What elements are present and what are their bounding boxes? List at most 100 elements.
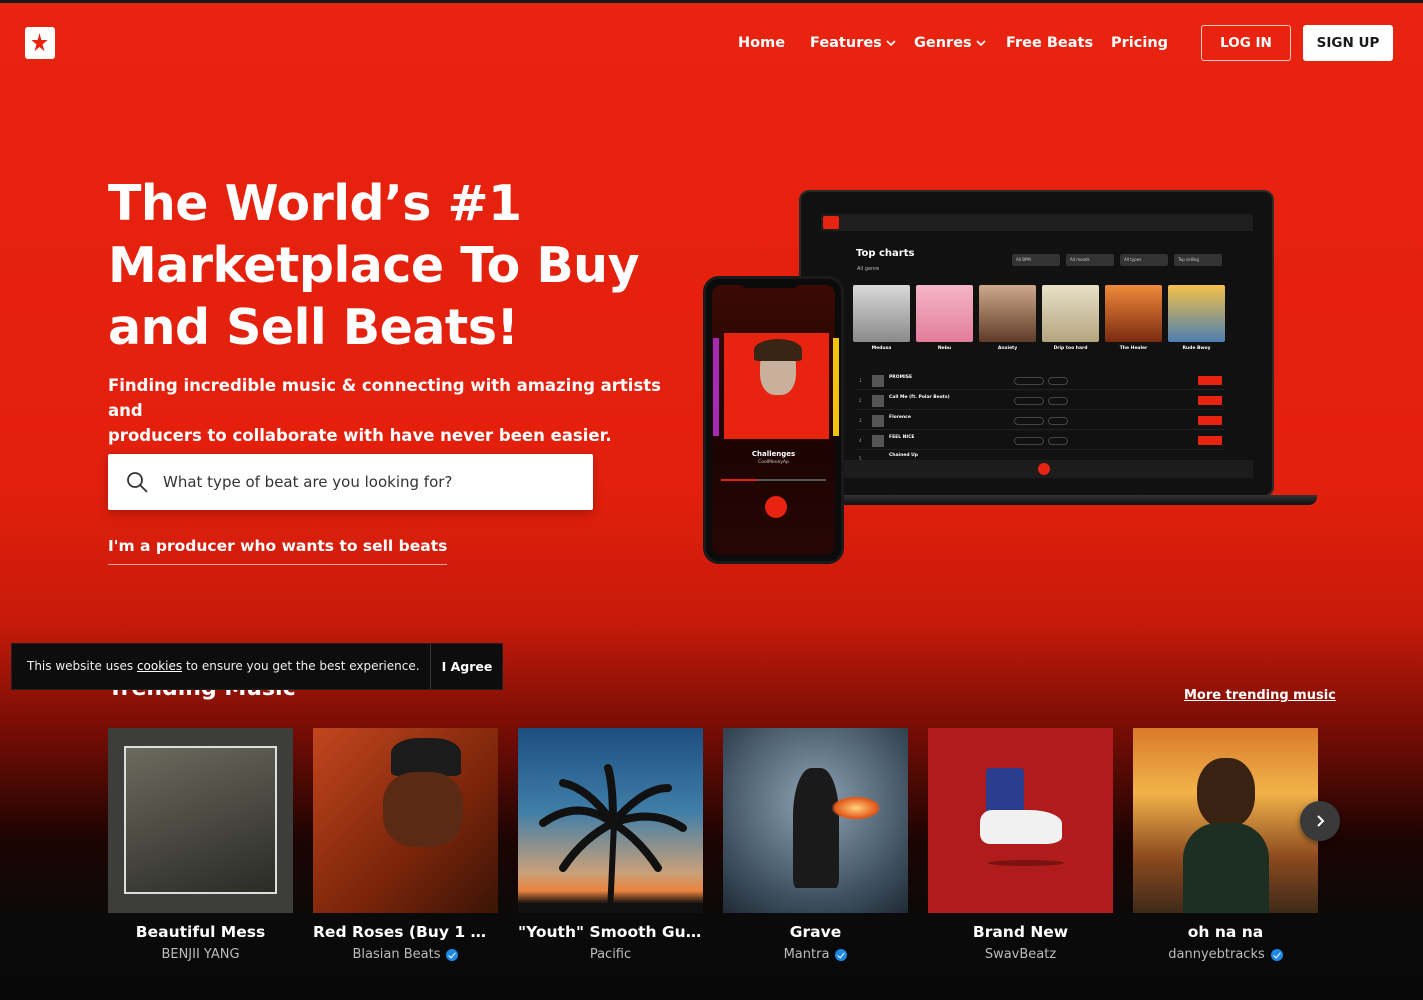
phone-notch bbox=[740, 279, 800, 288]
track-artist[interactable]: SwavBeatz bbox=[928, 947, 1113, 962]
chevron-right-icon bbox=[1317, 815, 1325, 827]
laptop-mockup: Top charts All genre All BPM All moods A… bbox=[799, 190, 1274, 497]
cookies-link[interactable]: cookies bbox=[137, 659, 182, 673]
nav-genres[interactable]: Genres bbox=[914, 35, 986, 51]
laptop-base bbox=[790, 495, 1317, 505]
track-title[interactable]: Beautiful Mess bbox=[108, 923, 293, 941]
track-artist[interactable]: BENJII YANG bbox=[108, 947, 293, 962]
hero-title-line: Marketplace To Buy bbox=[108, 237, 640, 294]
cookie-text-after: to ensure you get the best experience. bbox=[182, 659, 420, 673]
nav-features[interactable]: Features bbox=[810, 35, 896, 51]
mock-card-art bbox=[1042, 285, 1099, 342]
verified-icon bbox=[446, 948, 459, 961]
track-artist-name[interactable]: BENJII YANG bbox=[161, 947, 239, 962]
mock-card-art bbox=[916, 285, 973, 342]
mock-card-title: Rude Bwoy bbox=[1182, 346, 1211, 351]
phone-song-title: Challenges bbox=[751, 450, 796, 458]
track-artist-name[interactable]: SwavBeatz bbox=[985, 947, 1056, 962]
mock-subheading: All genre bbox=[857, 266, 880, 272]
track-title[interactable]: Brand New bbox=[928, 923, 1113, 941]
mock-card-title: The Healer bbox=[1119, 346, 1148, 351]
track-artist-name[interactable]: Blasian Beats bbox=[353, 947, 441, 962]
chevron-down-icon bbox=[886, 40, 896, 47]
carousel-next-button[interactable] bbox=[1300, 801, 1340, 841]
phone-mockup: Challenges CoolMoneyAp bbox=[703, 276, 844, 564]
album-art[interactable] bbox=[1133, 728, 1318, 913]
phone-art-stripe bbox=[713, 338, 719, 436]
chevron-down-icon bbox=[976, 40, 986, 47]
hero-title: The World’s #1 Marketplace To Buy and Se… bbox=[108, 173, 708, 359]
mock-player-bar bbox=[821, 460, 1253, 478]
verified-icon bbox=[835, 948, 848, 961]
mock-topbar bbox=[821, 214, 1253, 231]
hero-title-line: and Sell Beats! bbox=[108, 299, 519, 356]
phone-album-art bbox=[724, 333, 829, 439]
track-title[interactable]: Grave bbox=[723, 923, 908, 941]
cookie-message: This website uses cookies to ensure you … bbox=[27, 659, 420, 673]
cookie-text-before: This website uses bbox=[27, 659, 137, 673]
beat-search-box[interactable] bbox=[108, 454, 593, 510]
track-artist-name[interactable]: Pacific bbox=[590, 947, 631, 962]
mock-filter: Top selling bbox=[1174, 254, 1222, 266]
mock-play-icon bbox=[1038, 463, 1050, 475]
track-artist[interactable]: Blasian Beats bbox=[313, 947, 498, 962]
track-artist-name[interactable]: Mantra bbox=[784, 947, 830, 962]
album-art[interactable] bbox=[108, 728, 293, 913]
cookie-agree-button[interactable]: I Agree bbox=[431, 644, 503, 689]
track-artist[interactable]: Pacific bbox=[518, 947, 703, 962]
track-title[interactable]: Red Roses (Buy 1 Get ... bbox=[313, 923, 498, 941]
phone-art-stripe bbox=[833, 338, 839, 436]
nav-free-beats-label: Free Beats bbox=[1006, 35, 1094, 51]
track-title[interactable]: oh na na bbox=[1133, 923, 1318, 941]
nav-free-beats[interactable]: Free Beats bbox=[1006, 35, 1093, 51]
nav-features-label: Features bbox=[810, 35, 882, 51]
album-art[interactable] bbox=[313, 728, 498, 913]
mock-track-row: 2 Call Me (ft. Polar Beats) bbox=[856, 392, 1224, 410]
producer-sell-link[interactable]: I'm a producer who wants to sell beats bbox=[108, 537, 448, 565]
track-title[interactable]: "Youth" Smooth Guit... bbox=[518, 923, 703, 941]
track-artist[interactable]: Mantra bbox=[723, 947, 908, 962]
mock-card-title: Drip too hard bbox=[1053, 346, 1088, 351]
mock-filter: All BPM bbox=[1012, 254, 1060, 266]
palm-tree-silhouette bbox=[518, 764, 703, 913]
star-icon bbox=[31, 33, 48, 52]
search-input[interactable] bbox=[163, 454, 583, 510]
nav-home[interactable]: Home bbox=[738, 35, 785, 51]
hero-title-line: The World’s #1 bbox=[108, 175, 522, 232]
login-button[interactable]: LOG IN bbox=[1201, 25, 1291, 61]
album-art[interactable] bbox=[518, 728, 703, 913]
mock-filter: All moods bbox=[1066, 254, 1114, 266]
mock-card-art bbox=[979, 285, 1036, 342]
hero-subtitle-line: Finding incredible music & connecting wi… bbox=[108, 376, 661, 420]
signup-button[interactable]: SIGN UP bbox=[1303, 25, 1393, 61]
search-icon bbox=[127, 472, 148, 493]
hero-subtitle-line: producers to collaborate with have never… bbox=[108, 426, 612, 445]
nav-home-label: Home bbox=[738, 35, 786, 51]
verified-icon bbox=[1270, 948, 1283, 961]
mock-card-art bbox=[1105, 285, 1162, 342]
more-trending-link[interactable]: More trending music bbox=[1184, 688, 1336, 703]
album-art[interactable] bbox=[723, 728, 908, 913]
mock-card-art bbox=[853, 285, 910, 342]
track-artist-name[interactable]: dannyebtracks bbox=[1168, 947, 1265, 962]
nav-genres-label: Genres bbox=[914, 35, 972, 51]
mock-track-row: 5 Chained Up bbox=[859, 453, 919, 461]
hero-subtitle: Finding incredible music & connecting wi… bbox=[108, 373, 668, 448]
mock-card-art bbox=[1168, 285, 1225, 342]
phone-progress-fill bbox=[721, 479, 757, 481]
cookie-banner: This website uses cookies to ensure you … bbox=[11, 643, 503, 690]
mock-card-title: Nebu bbox=[937, 346, 952, 351]
beatstars-logo[interactable] bbox=[25, 27, 55, 59]
track-artist[interactable]: dannyebtracks bbox=[1133, 947, 1318, 962]
phone-pause-icon bbox=[765, 496, 787, 518]
mock-track-row: 4 FEEL NICE bbox=[856, 432, 1224, 450]
nav-pricing-label: Pricing bbox=[1111, 35, 1169, 51]
nav-pricing[interactable]: Pricing bbox=[1111, 35, 1168, 51]
mock-card-title: Anxiety bbox=[997, 346, 1018, 351]
mock-card-title: Medusa bbox=[871, 346, 892, 351]
album-art[interactable] bbox=[928, 728, 1113, 913]
mock-filter: All types bbox=[1120, 254, 1168, 266]
phone-artist: CoolMoneyAp bbox=[758, 460, 789, 465]
phone-art-hair bbox=[754, 339, 802, 361]
mock-track-row: 3 Florence bbox=[856, 412, 1224, 430]
